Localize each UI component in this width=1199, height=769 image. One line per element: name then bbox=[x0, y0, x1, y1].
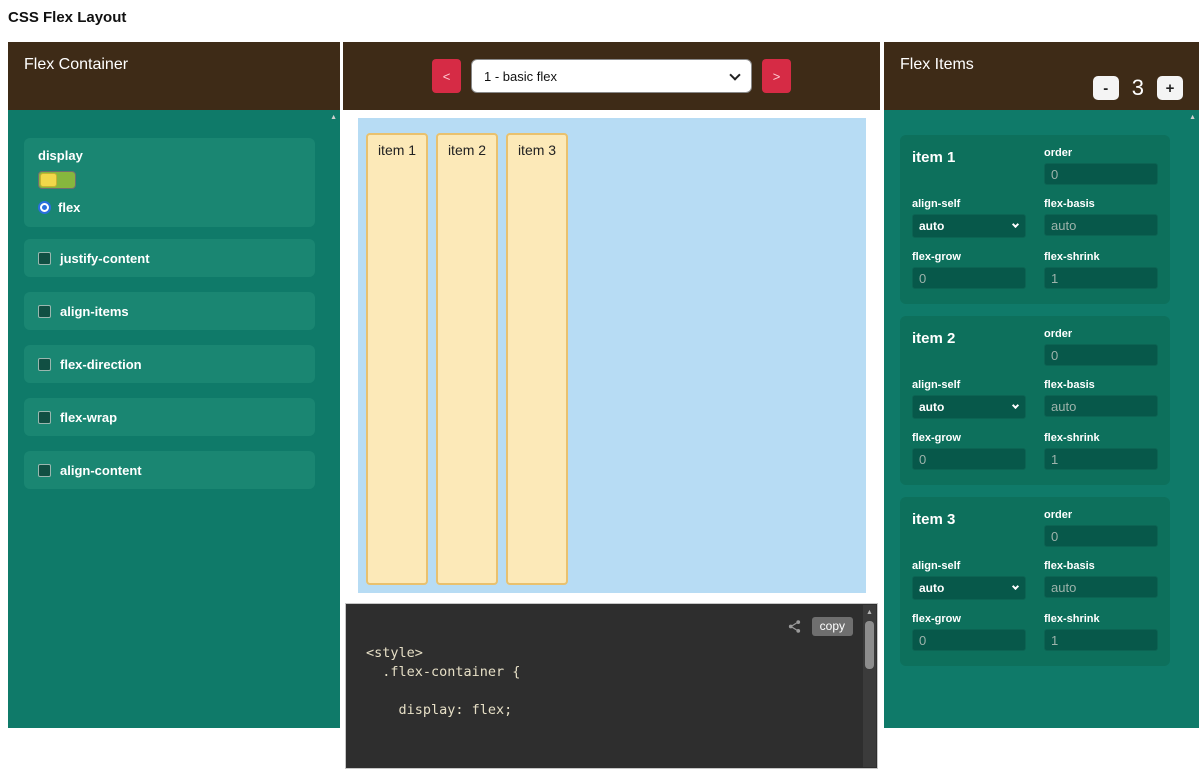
flex-radio-label: flex bbox=[58, 200, 80, 215]
preview-item-3: item 3 bbox=[506, 133, 568, 585]
flex-basis-label: flex-basis bbox=[1044, 560, 1158, 572]
flex-container-panel-body: ▲ display flex justify-content align-ite… bbox=[8, 110, 340, 728]
align-self-select[interactable]: auto bbox=[912, 214, 1026, 238]
add-item-button[interactable]: + bbox=[1157, 76, 1183, 100]
item-card-title: item 3 bbox=[912, 509, 1026, 547]
flex-shrink-label: flex-shrink bbox=[1044, 613, 1158, 625]
align-content-checkbox[interactable] bbox=[38, 464, 51, 477]
flex-direction-checkbox[interactable] bbox=[38, 358, 51, 371]
flex-basis-input[interactable] bbox=[1044, 395, 1158, 417]
flex-grow-input[interactable] bbox=[912, 267, 1026, 289]
flex-container-panel-header: Flex Container bbox=[8, 42, 340, 110]
scroll-up-icon[interactable]: ▲ bbox=[863, 605, 876, 616]
option-flex-wrap[interactable]: flex-wrap bbox=[24, 398, 315, 436]
flex-shrink-input[interactable] bbox=[1044, 448, 1158, 470]
display-toggle[interactable] bbox=[38, 171, 76, 189]
flex-container-preview: item 1 item 2 item 3 bbox=[358, 118, 866, 593]
flex-items-panel-header: Flex Items - 3 + bbox=[884, 42, 1199, 110]
radio-dot-icon bbox=[42, 205, 47, 210]
item-card-3: item 3 order align-self auto flex-basis bbox=[900, 497, 1170, 666]
align-items-label: align-items bbox=[60, 304, 129, 319]
item-count: 3 bbox=[1132, 75, 1144, 101]
item-card-title: item 1 bbox=[912, 147, 1026, 185]
flex-shrink-input[interactable] bbox=[1044, 267, 1158, 289]
flex-grow-label: flex-grow bbox=[912, 432, 1026, 444]
align-self-select[interactable]: auto bbox=[912, 576, 1026, 600]
flex-container-panel-title: Flex Container bbox=[24, 56, 128, 73]
scrollbar-thumb[interactable] bbox=[865, 621, 874, 669]
flex-shrink-input[interactable] bbox=[1044, 629, 1158, 651]
share-icon[interactable] bbox=[787, 619, 802, 634]
order-input[interactable] bbox=[1044, 525, 1158, 547]
toggle-knob-icon bbox=[40, 173, 57, 187]
display-label: display bbox=[38, 148, 301, 163]
align-items-checkbox[interactable] bbox=[38, 305, 51, 318]
flex-basis-label: flex-basis bbox=[1044, 198, 1158, 210]
order-label: order bbox=[1044, 328, 1158, 340]
preview-item-1: item 1 bbox=[366, 133, 428, 585]
flex-grow-input[interactable] bbox=[912, 448, 1026, 470]
remove-item-button[interactable]: - bbox=[1093, 76, 1119, 100]
preview-column: < 1 - basic flex > item 1 item 2 item 3 … bbox=[343, 42, 880, 728]
item-count-controls: - 3 + bbox=[1093, 75, 1183, 101]
justify-content-label: justify-content bbox=[60, 251, 150, 266]
align-self-label: align-self bbox=[912, 560, 1026, 572]
scroll-up-icon[interactable]: ▲ bbox=[330, 114, 337, 121]
option-align-items[interactable]: align-items bbox=[24, 292, 315, 330]
justify-content-checkbox[interactable] bbox=[38, 252, 51, 265]
flex-items-panel-body: ▲ item 1 order align-self auto bbox=[884, 110, 1199, 728]
flex-radio[interactable] bbox=[38, 201, 51, 214]
item-card-2: item 2 order align-self auto flex-basis bbox=[900, 316, 1170, 485]
align-self-select[interactable]: auto bbox=[912, 395, 1026, 419]
next-demo-button[interactable]: > bbox=[762, 59, 791, 93]
order-input[interactable] bbox=[1044, 344, 1158, 366]
option-flex-direction[interactable]: flex-direction bbox=[24, 345, 315, 383]
demo-nav-bar: < 1 - basic flex > bbox=[343, 42, 880, 110]
prev-demo-button[interactable]: < bbox=[432, 59, 461, 93]
demo-select[interactable]: 1 - basic flex bbox=[471, 59, 752, 93]
flex-grow-label: flex-grow bbox=[912, 613, 1026, 625]
order-input[interactable] bbox=[1044, 163, 1158, 185]
code-block: copy <style> .flex-container { display: … bbox=[345, 603, 878, 769]
flex-shrink-label: flex-shrink bbox=[1044, 432, 1158, 444]
copy-button[interactable]: copy bbox=[812, 617, 853, 636]
flex-items-panel-title: Flex Items bbox=[900, 56, 974, 73]
flex-items-panel: Flex Items - 3 + ▲ item 1 order align-se… bbox=[884, 42, 1199, 728]
flex-wrap-label: flex-wrap bbox=[60, 410, 117, 425]
item-card-1: item 1 order align-self auto flex-basis bbox=[900, 135, 1170, 304]
order-label: order bbox=[1044, 509, 1158, 521]
flex-container-panel: Flex Container ▲ display flex justify-co… bbox=[8, 42, 340, 728]
option-justify-content[interactable]: justify-content bbox=[24, 239, 315, 277]
flex-wrap-checkbox[interactable] bbox=[38, 411, 51, 424]
preview-item-2: item 2 bbox=[436, 133, 498, 585]
order-label: order bbox=[1044, 147, 1158, 159]
option-align-content[interactable]: align-content bbox=[24, 451, 315, 489]
flex-shrink-label: flex-shrink bbox=[1044, 251, 1158, 263]
align-self-label: align-self bbox=[912, 379, 1026, 391]
flex-basis-input[interactable] bbox=[1044, 576, 1158, 598]
code-toolbar: copy bbox=[787, 617, 853, 636]
code-scrollbar[interactable]: ▲ bbox=[863, 605, 876, 767]
page-title: CSS Flex Layout bbox=[8, 9, 126, 26]
flex-basis-label: flex-basis bbox=[1044, 379, 1158, 391]
item-card-title: item 2 bbox=[912, 328, 1026, 366]
align-content-label: align-content bbox=[60, 463, 142, 478]
flex-radio-row[interactable]: flex bbox=[38, 200, 301, 215]
align-self-label: align-self bbox=[912, 198, 1026, 210]
flex-grow-label: flex-grow bbox=[912, 251, 1026, 263]
flex-basis-input[interactable] bbox=[1044, 214, 1158, 236]
display-section: display flex bbox=[24, 138, 315, 227]
flex-grow-input[interactable] bbox=[912, 629, 1026, 651]
flex-direction-label: flex-direction bbox=[60, 357, 142, 372]
scroll-up-icon[interactable]: ▲ bbox=[1189, 114, 1196, 121]
demo-select-wrap: 1 - basic flex bbox=[471, 59, 752, 93]
